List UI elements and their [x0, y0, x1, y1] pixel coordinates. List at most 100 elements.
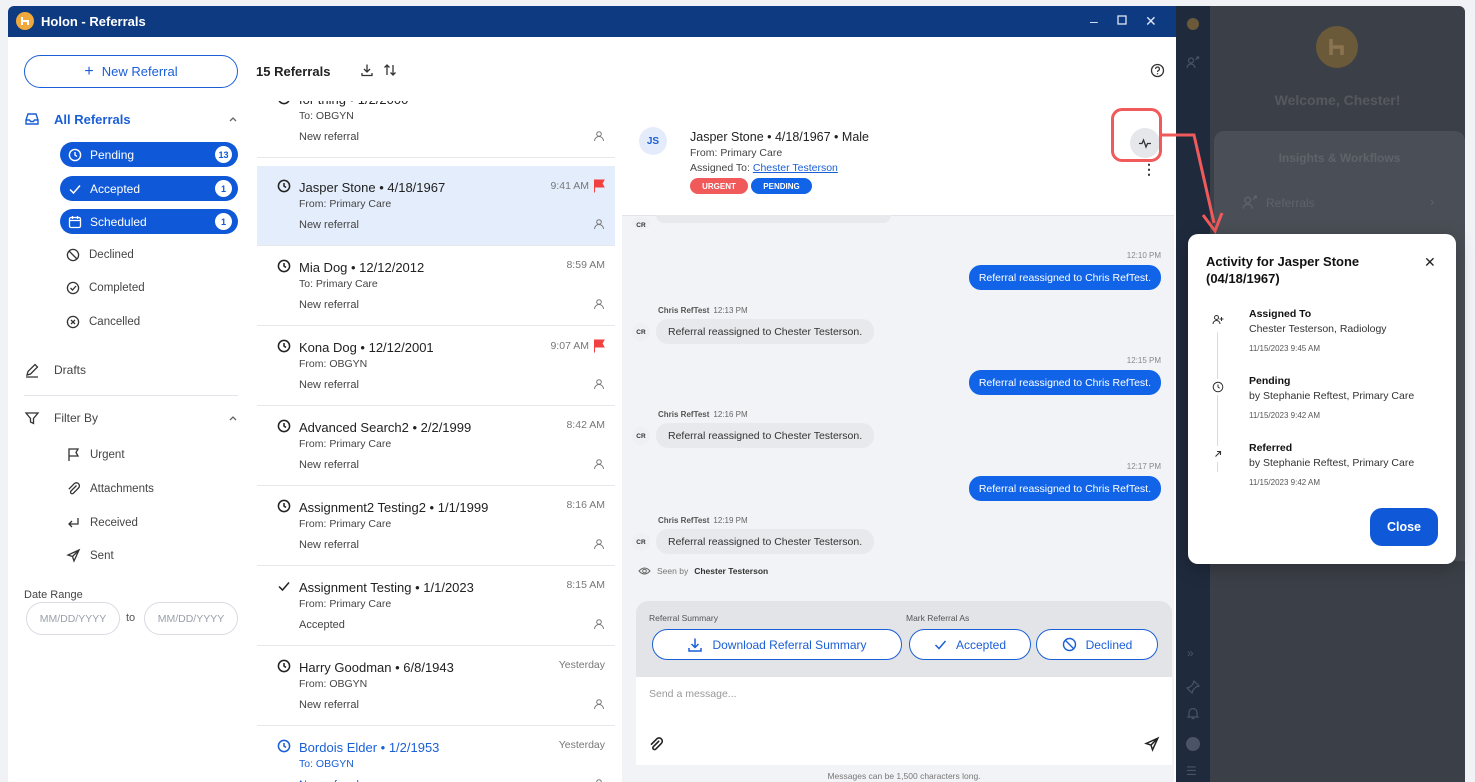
sidebar-item-completed[interactable]: Completed	[66, 281, 145, 295]
referral-list-item[interactable]: Kona Dog • 12/12/2001 From: OBGYN 9:07 AM N…	[257, 326, 615, 406]
close-icon[interactable]: ✕	[1424, 254, 1436, 271]
mark-accepted-button[interactable]: Accepted	[909, 629, 1031, 660]
activity-heading: Referred	[1249, 442, 1293, 454]
referral-list-item[interactable]: Bordois Elder • 1/2/1953 To: OBGYN Yesterd…	[257, 726, 615, 782]
attachments-label: Attachments	[90, 482, 154, 495]
user-arrow-icon[interactable]	[1186, 56, 1200, 70]
referral-patient: Advanced Search2 • 2/2/1999	[299, 420, 472, 435]
referral-status: New referral	[299, 299, 359, 311]
more-options-icon[interactable]: ⋮	[1142, 162, 1156, 176]
message-bubble-outgoing: Referral reassigned to Chris RefTest.	[968, 370, 1161, 395]
sender-avatar: CR	[632, 533, 650, 551]
welcome-text: Welcome, Chester!	[1274, 92, 1401, 108]
pending-count-badge: 13	[215, 146, 232, 163]
mark-declined-button[interactable]: Declined	[1036, 629, 1158, 660]
activity-close-button[interactable]: Close	[1370, 508, 1438, 546]
referral-from: From: Primary Care	[690, 147, 783, 159]
date-to-input[interactable]: MM/DD/YYYY	[144, 602, 238, 635]
referral-time: 9:07 AM	[550, 339, 605, 353]
message-composer: Send a message...	[636, 677, 1172, 765]
referral-source: From: Primary Care	[299, 518, 392, 530]
send-icon	[66, 548, 81, 563]
sidebar-item-scheduled[interactable]: Scheduled 1	[60, 209, 238, 234]
pin-icon[interactable]	[1186, 680, 1200, 694]
sidebar-item-pending[interactable]: Pending 13	[60, 142, 238, 167]
filter-urgent[interactable]: Urgent	[66, 447, 125, 462]
drafts-label: Drafts	[54, 363, 87, 377]
referral-patient: Bordois Elder • 1/2/1953	[299, 740, 440, 755]
referral-list-item[interactable]: Harry Goodman • 6/8/1943 From: OBGYN Yeste…	[257, 646, 615, 726]
filter-received[interactable]: Received	[66, 515, 138, 530]
user-icon	[593, 130, 605, 142]
referral-list-item[interactable]: Jasper Stone • 4/18/1967 From: Primary Ca…	[257, 166, 615, 246]
referral-source: To: Primary Care	[299, 278, 378, 290]
referral-patient: Assignment2 Testing2 • 1/1/1999	[299, 500, 489, 515]
filter-attachments[interactable]: Attachments	[66, 481, 154, 496]
referral-status: New referral	[299, 459, 359, 471]
bell-icon[interactable]	[1186, 706, 1200, 720]
referral-patient: Assignment Testing • 1/1/2023	[299, 580, 474, 595]
referral-list-item[interactable]: Mia Dog • 12/12/2012 To: Primary Care 8:59…	[257, 246, 615, 326]
referral-source: From: Primary Care	[299, 198, 392, 210]
chevron-up-icon[interactable]	[228, 413, 238, 423]
user-icon	[593, 538, 605, 550]
user-avatar[interactable]	[1186, 737, 1200, 751]
message-time: 12:16 PM	[713, 410, 748, 419]
sidebar-item-cancelled[interactable]: Cancelled	[66, 315, 140, 329]
close-window-icon[interactable]: ✕	[1145, 13, 1157, 30]
referral-time: 8:15 AM	[566, 579, 605, 591]
referral-patient: Harry Goodman • 6/8/1943	[299, 660, 454, 675]
check-icon	[277, 579, 291, 593]
sort-icon[interactable]	[383, 63, 397, 77]
summary-label: Referral Summary	[649, 613, 718, 623]
send-icon[interactable]	[1144, 736, 1160, 752]
message-bubble-incoming: Referral reassigned to Chester Testerson…	[656, 423, 875, 448]
activity-by: by Stephanie Reftest, Primary Care	[1249, 457, 1415, 469]
holon-logo-icon	[1187, 18, 1199, 30]
referral-list-item[interactable]: Assignment Testing • 1/1/2023 From: Prima…	[257, 566, 615, 646]
download-summary-button[interactable]: Download Referral Summary	[652, 629, 902, 660]
filter-by-label: Filter By	[54, 411, 99, 425]
help-icon[interactable]	[1150, 63, 1165, 78]
download-icon	[687, 637, 703, 653]
paperclip-icon	[66, 481, 81, 496]
referral-count: 15 Referrals	[256, 64, 331, 79]
referral-time: 8:16 AM	[566, 499, 605, 511]
user-icon	[593, 378, 605, 390]
referral-list-item[interactable]: for thing • 1/2/2000 To: OBGYN New referra…	[257, 101, 615, 158]
filter-by-header[interactable]: Filter By	[24, 410, 238, 426]
paperclip-icon[interactable]	[648, 736, 664, 752]
insights-referrals-item[interactable]: Referrals	[1242, 195, 1315, 211]
arrow-up-right-icon	[1210, 446, 1226, 462]
seen-by-prefix: Seen by	[657, 566, 689, 576]
activity-heading: Pending	[1249, 375, 1291, 387]
referral-source: From: OBGYN	[299, 678, 368, 690]
assigned-to-link[interactable]: Chester Testerson	[753, 162, 838, 174]
sidebar-item-declined[interactable]: Declined	[66, 248, 134, 262]
sidebar-item-accepted[interactable]: Accepted 1	[60, 176, 238, 201]
referral-source: From: Primary Care	[299, 598, 392, 610]
pending-tag: PENDING	[751, 178, 812, 194]
activity-heading: Assigned To	[1249, 308, 1312, 320]
filter-sent[interactable]: Sent	[66, 548, 114, 563]
new-referral-button[interactable]: + New Referral	[24, 55, 238, 88]
received-label: Received	[90, 516, 138, 529]
referral-time: 8:59 AM	[566, 259, 605, 271]
referral-list-item[interactable]: Assignment2 Testing2 • 1/1/1999 From: Pri…	[257, 486, 615, 566]
sidebar-item-drafts[interactable]: Drafts	[24, 362, 238, 378]
expand-icon[interactable]: »	[1187, 646, 1194, 660]
download-icon[interactable]	[360, 63, 374, 77]
activity-date: 11/15/2023 9:45 AM	[1249, 344, 1321, 353]
message-bubble-incoming: Referral reassigned to Chester Testerson…	[656, 529, 875, 554]
pencil-icon	[24, 362, 40, 378]
date-from-input[interactable]: MM/DD/YYYY	[26, 602, 120, 635]
maximize-icon[interactable]	[1116, 13, 1128, 27]
all-referrals-header[interactable]: All Referrals	[24, 111, 238, 127]
app-window: Holon - Referrals – ✕ + New Referral All…	[8, 6, 1176, 782]
referral-list-item[interactable]: Advanced Search2 • 2/2/1999 From: Primary…	[257, 406, 615, 486]
message-author: Chris RefTest	[658, 410, 710, 419]
minimize-icon[interactable]: –	[1090, 13, 1098, 29]
menu-icon[interactable]: ☰	[1186, 764, 1197, 778]
chevron-up-icon[interactable]	[228, 114, 238, 124]
message-input[interactable]: Send a message...	[649, 688, 737, 700]
